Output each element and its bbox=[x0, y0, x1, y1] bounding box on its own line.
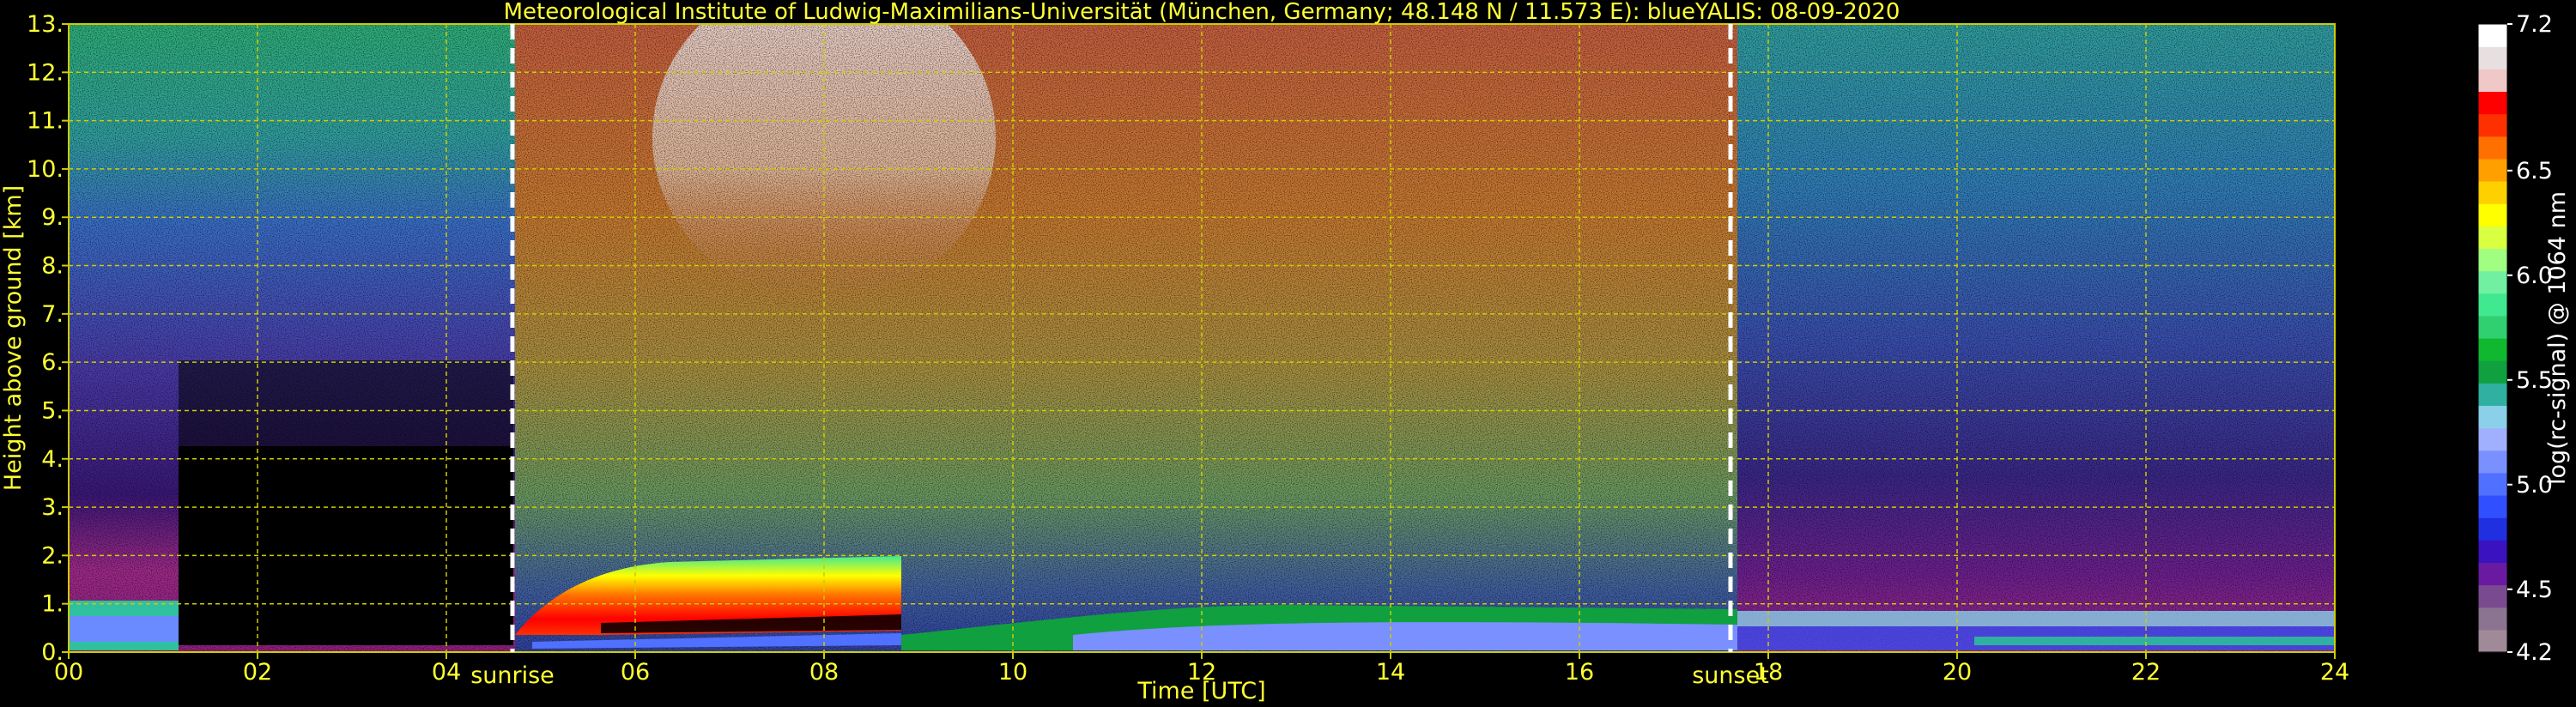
x-tick-label: 08 bbox=[809, 659, 839, 686]
data-gap bbox=[179, 446, 513, 645]
colorbar-segment bbox=[2478, 629, 2507, 653]
colorbar-segment bbox=[2478, 427, 2507, 451]
sunrise-label: sunrise bbox=[470, 662, 555, 689]
y-tick-label: 0. bbox=[41, 639, 64, 666]
colorbar: 4.24.55.05.56.06.57.2 bbox=[2477, 11, 2553, 666]
colorbar-segment bbox=[2478, 315, 2507, 339]
colorbar-tick-label: 7.2 bbox=[2516, 11, 2553, 38]
colorbar-segment bbox=[2478, 203, 2507, 227]
y-tick-label: 1. bbox=[41, 591, 64, 618]
y-tick-label: 7. bbox=[41, 301, 64, 328]
colorbar-segment bbox=[2478, 293, 2507, 317]
x-tick-label: 02 bbox=[243, 659, 272, 686]
colorbar-segment bbox=[2478, 24, 2507, 47]
colorbar-segment bbox=[2478, 338, 2507, 361]
colorbar-segment bbox=[2478, 383, 2507, 407]
colorbar-segment bbox=[2478, 113, 2507, 137]
colorbar-segment bbox=[2478, 584, 2507, 608]
y-tick-label: 3. bbox=[41, 494, 64, 521]
colorbar-segment bbox=[2478, 46, 2507, 69]
colorbar-segment bbox=[2478, 248, 2507, 272]
y-tick-label: 2. bbox=[41, 542, 64, 569]
x-tick-label: 16 bbox=[1565, 659, 1594, 686]
colorbar-segment bbox=[2478, 450, 2507, 474]
colorbar-segment bbox=[2478, 69, 2507, 93]
colorbar-segment bbox=[2478, 540, 2507, 564]
y-tick-label: 6. bbox=[41, 349, 64, 376]
y-tick-label: 12. bbox=[27, 59, 64, 86]
colorbar-tick-label: 4.5 bbox=[2516, 577, 2553, 603]
y-tick-label: 11. bbox=[27, 108, 64, 135]
colorbar-segment bbox=[2478, 226, 2507, 250]
y-tick-label: 5. bbox=[41, 397, 64, 424]
y-tick-label: 4. bbox=[41, 446, 64, 473]
colorbar-segment bbox=[2478, 91, 2507, 115]
x-tick-label: 22 bbox=[2131, 659, 2161, 686]
colorbar-segment bbox=[2478, 517, 2507, 541]
x-tick-label: 14 bbox=[1376, 659, 1405, 686]
x-tick-label: 18 bbox=[1754, 659, 1783, 686]
colorbar-segment bbox=[2478, 136, 2507, 160]
y-tick-label: 9. bbox=[41, 204, 64, 231]
residual-layer bbox=[1737, 611, 2335, 626]
data-gap-streaks bbox=[179, 360, 513, 446]
chart-title: Meteorological Institute of Ludwig-Maxim… bbox=[504, 0, 1900, 25]
colorbar-segment bbox=[2478, 360, 2507, 384]
x-tick-label: 06 bbox=[621, 659, 650, 686]
y-tick-label: 8. bbox=[41, 253, 64, 280]
colorbar-segment bbox=[2478, 158, 2507, 182]
colorbar-tick-label: 4.2 bbox=[2516, 639, 2553, 666]
colorbar-segment bbox=[2478, 405, 2507, 429]
colorbar-segment bbox=[2478, 607, 2507, 631]
lidar-chart: sunrise sunset 00 02 04 06 08 10 12 14 16 18 20 22 24… bbox=[0, 0, 2571, 704]
y-tick-label: 10. bbox=[27, 156, 64, 183]
y-tick-label: 13. bbox=[27, 11, 64, 38]
colorbar-segment bbox=[2478, 495, 2507, 518]
x-tick-label: 10 bbox=[998, 659, 1027, 686]
x-tick-label: 04 bbox=[432, 659, 461, 686]
colorbar-segment bbox=[2478, 270, 2507, 294]
x-axis-label: Time [UTC] bbox=[1136, 678, 1265, 704]
colorbar-tick-label: 6.5 bbox=[2516, 158, 2553, 184]
colorbar-label: log(rc-signal) @ 1064 nm bbox=[2544, 191, 2571, 485]
y-axis-label: Height above ground [km] bbox=[0, 185, 27, 491]
colorbar-segment bbox=[2478, 562, 2507, 586]
x-tick-label: 20 bbox=[1943, 659, 1972, 686]
colorbar-segment bbox=[2478, 181, 2507, 204]
colorbar-segment bbox=[2478, 472, 2507, 496]
x-tick-label: 24 bbox=[2320, 659, 2349, 686]
